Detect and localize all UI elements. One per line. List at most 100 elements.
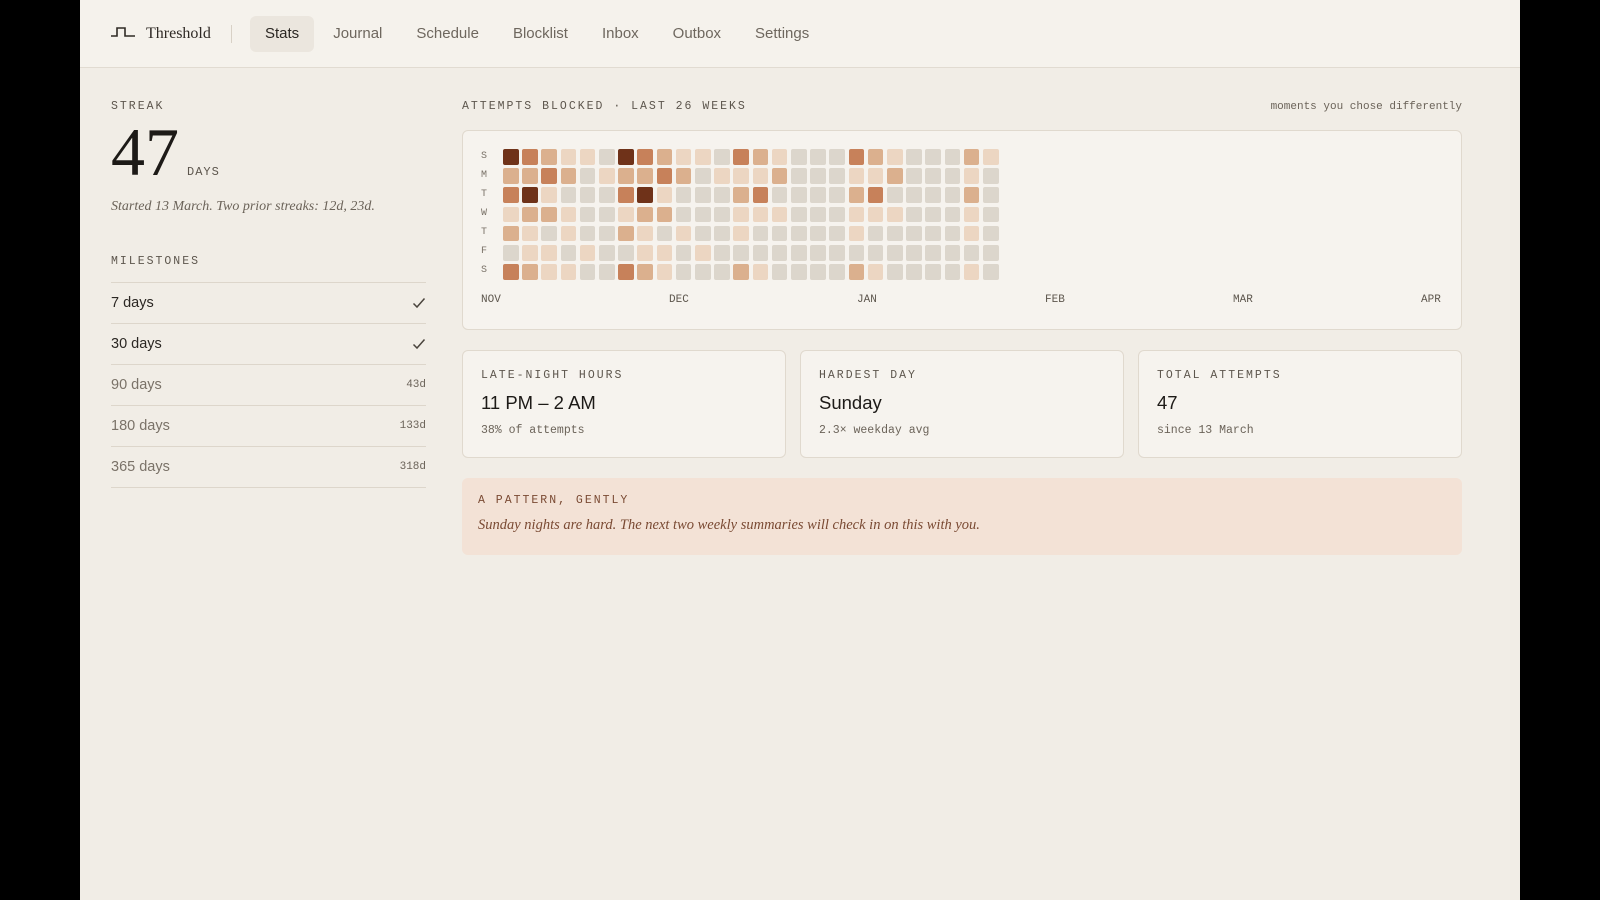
heatmap-cell bbox=[695, 168, 711, 184]
nav-tab-settings[interactable]: Settings bbox=[740, 16, 824, 52]
stat-value: Sunday bbox=[819, 392, 882, 413]
heatmap-cell bbox=[791, 245, 807, 261]
heatmap-cell bbox=[944, 168, 961, 184]
heatmap-cell bbox=[560, 168, 577, 184]
heatmap-cell bbox=[752, 187, 769, 203]
row-label-thu: T bbox=[481, 227, 488, 238]
heatmap-cell bbox=[963, 168, 980, 184]
heatmap-cell bbox=[925, 225, 941, 242]
heatmap-cell bbox=[637, 206, 653, 223]
heatmap-cell bbox=[791, 264, 807, 280]
heatmap-cell bbox=[887, 206, 903, 223]
heatmap-header: ATTEMPTS BLOCKED · LAST 26 WEEKS moments… bbox=[462, 100, 1462, 116]
heatmap-cell bbox=[714, 206, 730, 223]
heatmap-cell bbox=[963, 225, 980, 242]
heatmap-cell bbox=[656, 168, 673, 184]
heatmap-cell bbox=[541, 187, 557, 203]
milestone-365-days: 365 days 318d bbox=[111, 447, 426, 488]
stat-label: LATE-NIGHT HOURS bbox=[481, 369, 624, 382]
heatmap-cell bbox=[637, 264, 653, 280]
heatmap-cell bbox=[944, 206, 961, 223]
heatmap-cell bbox=[522, 264, 538, 280]
heatmap-cell bbox=[637, 245, 653, 261]
heatmap-cell bbox=[675, 168, 692, 184]
heatmap-cell bbox=[522, 206, 538, 223]
nav-tab-stats[interactable]: Stats bbox=[250, 16, 315, 52]
heatmap-cell bbox=[579, 245, 596, 261]
heatmap-cell bbox=[675, 149, 692, 165]
stat-label: TOTAL ATTEMPTS bbox=[1157, 369, 1282, 382]
pattern-insight-banner: A PATTERN, GENTLY Sunday nights are hard… bbox=[462, 478, 1462, 555]
heatmap-cell bbox=[541, 168, 557, 184]
heatmap-cell bbox=[752, 225, 769, 242]
heatmap-cell bbox=[944, 225, 961, 242]
heatmap-cell bbox=[695, 264, 711, 280]
heatmap-cell bbox=[579, 149, 596, 165]
heatmap-cell bbox=[771, 168, 788, 184]
main-nav: Stats Journal Schedule Blocklist Inbox O… bbox=[250, 16, 828, 52]
milestones-title: MILESTONES bbox=[111, 255, 201, 268]
streak-note: Started 13 March. Two prior streaks: 12d… bbox=[111, 199, 375, 214]
heatmap-cell bbox=[675, 187, 692, 203]
heatmap-cell bbox=[925, 187, 941, 203]
heatmap-cell bbox=[771, 187, 788, 203]
heatmap-cell bbox=[887, 245, 903, 261]
heatmap-cell bbox=[695, 225, 711, 242]
month-label: DEC bbox=[669, 294, 689, 306]
month-label: MAR bbox=[1233, 294, 1253, 306]
heatmap-cell bbox=[560, 206, 577, 223]
milestone-days-remaining: 318d bbox=[399, 461, 426, 473]
heatmap-cell bbox=[637, 168, 653, 184]
nav-tab-journal[interactable]: Journal bbox=[318, 16, 397, 52]
heatmap-cell bbox=[675, 245, 692, 261]
nav-tab-inbox[interactable]: Inbox bbox=[587, 16, 654, 52]
row-label-wed: W bbox=[481, 208, 488, 219]
heatmap-cell bbox=[579, 225, 596, 242]
heatmap-cell bbox=[848, 245, 865, 261]
streak-panel: STREAK 47 DAYS Started 13 March. Two pri… bbox=[111, 100, 426, 488]
nav-tab-blocklist[interactable]: Blocklist bbox=[498, 16, 583, 52]
milestone-label: 90 days bbox=[111, 377, 162, 393]
heatmap-cell bbox=[963, 206, 980, 223]
heatmap-cell bbox=[541, 206, 557, 223]
heatmap-card: S M T W T F S NOV DEC JAN FEB MAR APR bbox=[462, 130, 1462, 330]
month-label: NOV bbox=[481, 294, 501, 306]
heatmap-cell bbox=[829, 149, 845, 165]
heatmap-cell bbox=[675, 206, 692, 223]
heatmap-cell bbox=[503, 206, 519, 223]
heatmap-cell bbox=[810, 264, 826, 280]
heatmap-cell bbox=[656, 264, 673, 280]
heatmap-cell bbox=[503, 149, 519, 165]
heatmap-cell bbox=[810, 225, 826, 242]
heatmap-cell bbox=[752, 264, 769, 280]
heatmap-cell bbox=[925, 245, 941, 261]
nav-tab-schedule[interactable]: Schedule bbox=[401, 16, 494, 52]
heatmap-cell bbox=[887, 149, 903, 165]
heatmap-cell bbox=[733, 168, 749, 184]
heatmap-cell bbox=[560, 149, 577, 165]
heatmap-cell bbox=[637, 225, 653, 242]
heatmap-cell bbox=[983, 149, 999, 165]
heatmap-cell bbox=[733, 225, 749, 242]
heatmap-cell bbox=[522, 149, 538, 165]
heatmap-cell bbox=[752, 168, 769, 184]
heatmap-cell bbox=[810, 187, 826, 203]
heatmap-cell bbox=[637, 187, 653, 203]
nav-tab-outbox[interactable]: Outbox bbox=[658, 16, 736, 52]
streak-value: 47 bbox=[111, 114, 179, 190]
heatmap-cell bbox=[810, 206, 826, 223]
heatmap-cell bbox=[695, 149, 711, 165]
heatmap-cell bbox=[867, 149, 884, 165]
heatmap-cell bbox=[791, 149, 807, 165]
milestone-30-days: 30 days bbox=[111, 324, 426, 365]
stat-sub: 2.3× weekday avg bbox=[819, 424, 930, 437]
heatmap-subtitle: moments you chose differently bbox=[1270, 101, 1462, 113]
stat-value: 47 bbox=[1157, 392, 1178, 413]
heatmap-title: ATTEMPTS BLOCKED · LAST 26 WEEKS bbox=[462, 100, 747, 113]
heatmap-cell bbox=[522, 187, 538, 203]
heatmap-cell bbox=[810, 168, 826, 184]
heatmap-cell bbox=[829, 206, 845, 223]
heatmap-cell bbox=[695, 206, 711, 223]
brand[interactable]: Threshold bbox=[110, 22, 211, 46]
heatmap-cell bbox=[503, 245, 519, 261]
